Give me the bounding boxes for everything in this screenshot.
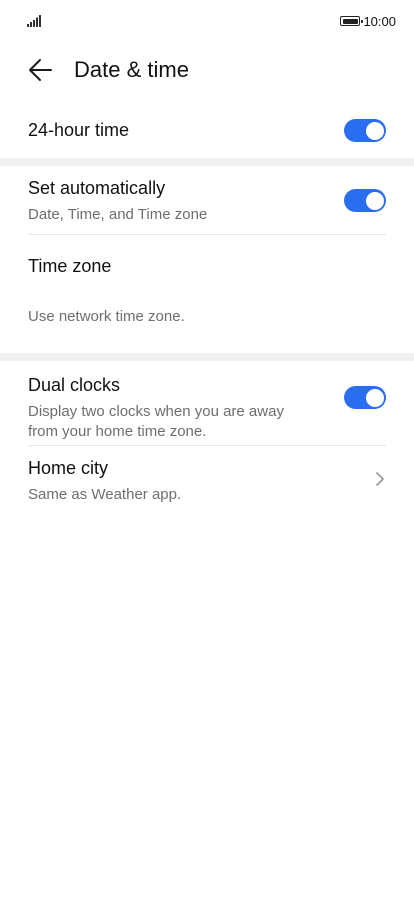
row-home-city[interactable]: Home city Same as Weather app. [0,446,414,514]
toggle-dual-clocks[interactable] [344,386,386,409]
row-dual-clocks-subtitle: Display two clocks when you are away fro… [28,403,284,440]
row-set-automatically-subtitle: Date, Time, and Time zone [28,206,208,223]
battery-icon [340,16,363,26]
row-use-network-time-zone[interactable]: Use network time zone. [0,295,414,353]
app-header: Date & time [0,44,414,100]
row-use-network-time-zone-label: Use network time zone. [28,308,185,325]
section-separator [0,353,414,361]
row-time-zone[interactable]: Time zone [0,235,414,295]
row-dual-clocks-label: Dual clocks [28,375,121,395]
toggle-24-hour-time[interactable] [344,119,386,142]
row-home-city-subtitle: Same as Weather app. [28,486,182,503]
row-time-zone-label: Time zone [28,256,112,276]
row-24-hour-time[interactable]: 24-hour time [0,100,414,158]
page-title: Date & time [74,57,189,82]
status-bar: 10:00 [0,0,414,44]
row-set-automatically-label: Set automatically [28,178,166,198]
signal-icon [27,15,41,27]
row-24-hour-time-label: 24-hour time [28,120,130,140]
row-dual-clocks[interactable]: Dual clocks Display two clocks when you … [0,361,414,445]
status-time: 10:00 [363,14,396,29]
toggle-set-automatically[interactable] [344,189,386,212]
chevron-right-icon [376,472,384,486]
section-separator [0,158,414,166]
row-home-city-label: Home city [28,458,109,478]
arrow-left-icon[interactable] [25,54,57,86]
row-set-automatically[interactable]: Set automatically Date, Time, and Time z… [0,166,414,234]
